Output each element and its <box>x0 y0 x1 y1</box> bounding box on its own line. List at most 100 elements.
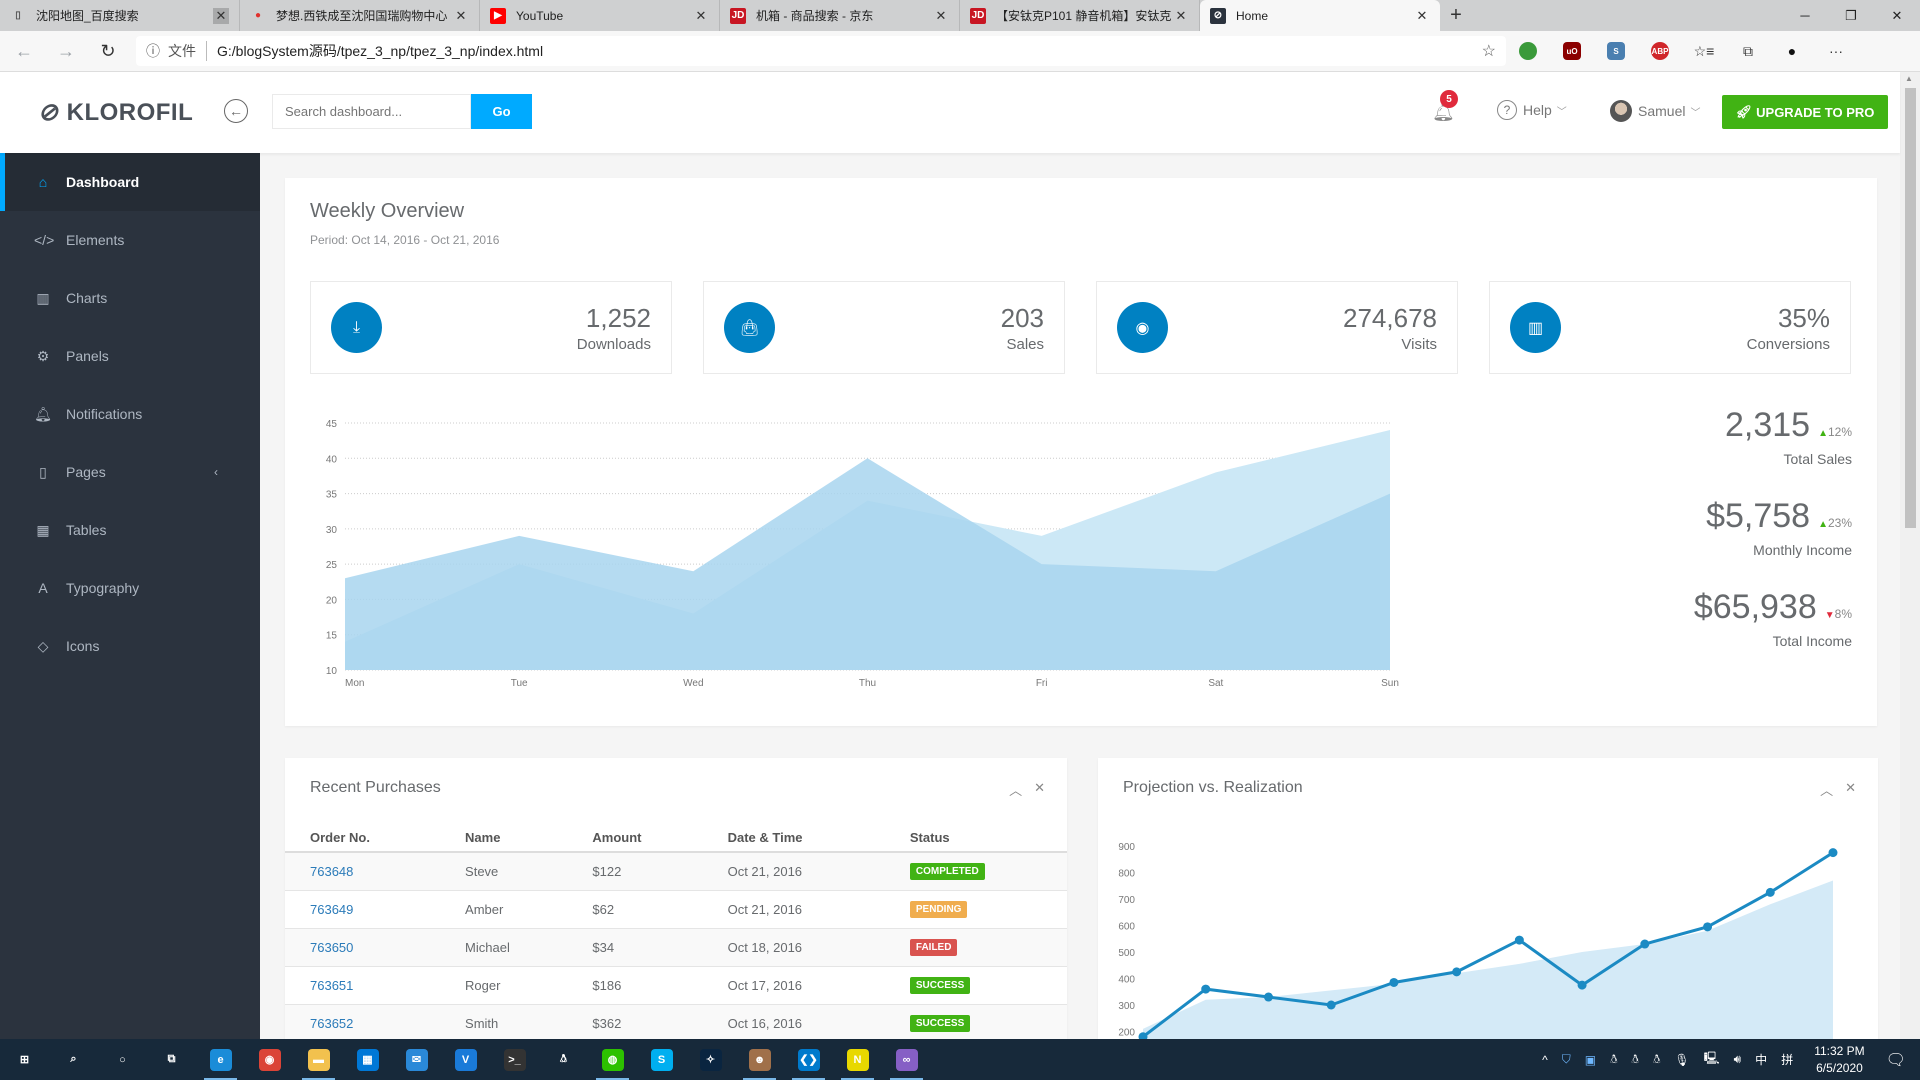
favorite-star-icon[interactable]: ☆ <box>1482 41 1496 61</box>
ime-mode-indicator[interactable]: 拼 <box>1781 1051 1793 1068</box>
browser-tab[interactable]: ● 梦想.西铁成至沈阳国瑞购物中心 ✕ <box>240 0 480 31</box>
vertical-scrollbar[interactable]: ▲ <box>1900 72 1920 1039</box>
app-icon[interactable]: ✧ <box>686 1039 735 1080</box>
upgrade-button[interactable]: 🚀︎ UPGRADE TO PRO <box>1722 95 1888 129</box>
help-dropdown[interactable]: ? Help ﹀ <box>1497 100 1567 120</box>
url-text[interactable]: G:/blogSystem源码/tpez_3_np/tpez_3_np/inde… <box>217 41 1482 61</box>
task-view-icon[interactable]: ⧉ <box>147 1039 196 1080</box>
back-icon[interactable]: ← <box>6 33 42 69</box>
order-link[interactable]: 763651 <box>310 978 353 993</box>
maximize-button[interactable]: ❐ <box>1828 0 1874 31</box>
stat-value: $65,938 <box>1693 588 1817 626</box>
edge-icon[interactable]: e <box>196 1039 245 1080</box>
purchases-table: Order No. Name Amount Date & Time Status 763… <box>285 818 1067 1039</box>
order-link[interactable]: 763649 <box>310 902 353 917</box>
qq-tray-icon[interactable]: 🐧︎ <box>1653 1052 1660 1068</box>
cortana-icon[interactable]: ○ <box>98 1039 147 1080</box>
tab-close-icon[interactable]: ✕ <box>1414 8 1430 24</box>
sidebar-item-typography[interactable]: A Typography <box>0 559 260 617</box>
v-app-icon[interactable]: V <box>441 1039 490 1080</box>
home-icon: ⌂ <box>38 174 48 190</box>
qq-icon[interactable]: 🐧︎ <box>539 1039 588 1080</box>
scroll-up-icon[interactable]: ▲ <box>1905 74 1913 83</box>
minimize-button[interactable]: ─ <box>1782 0 1828 31</box>
collections-icon[interactable]: ⧉ <box>1726 36 1770 66</box>
ublock-icon[interactable]: uO <box>1550 36 1594 66</box>
mail-icon[interactable]: ✉ <box>392 1039 441 1080</box>
usb-icon[interactable]: ▣ <box>1585 1053 1596 1067</box>
notifications-button[interactable]: 🔔︎ 5 <box>1432 90 1458 123</box>
tab-close-icon[interactable]: ✕ <box>213 7 229 24</box>
file-explorer-icon[interactable]: ▬ <box>294 1039 343 1080</box>
collapse-icon[interactable]: ︿ <box>1009 780 1022 799</box>
browser-tab[interactable]: ▯ 沈阳地图_百度搜索 ✕ <box>0 0 240 31</box>
info-icon[interactable]: ⓘ <box>146 41 160 61</box>
skype-icon[interactable]: S <box>637 1039 686 1080</box>
y-tick-label: 30 <box>326 525 338 536</box>
close-icon[interactable]: ✕ <box>1845 780 1856 799</box>
browser-tab[interactable]: JD 【安钛克P101 静音机箱】安钛克 ✕ <box>960 0 1200 31</box>
more-menu-icon[interactable]: ··· <box>1814 36 1858 66</box>
new-tab-button[interactable]: + <box>1440 0 1472 31</box>
sidebar-item-charts[interactable]: ▥ Charts <box>0 269 260 327</box>
terminal-icon[interactable]: >_ <box>490 1039 539 1080</box>
tab-close-icon[interactable]: ✕ <box>1173 8 1189 24</box>
refresh-icon[interactable]: ↻ <box>90 33 126 69</box>
clock[interactable]: 11:32 PM 6/5/2020 <box>1814 1043 1864 1077</box>
forward-icon[interactable]: → <box>48 33 84 69</box>
search-go-button[interactable]: Go <box>471 94 532 129</box>
qq-tray-icon[interactable]: 🐧︎ <box>1610 1052 1617 1068</box>
sidebar-item-notifications[interactable]: 🔔︎ Notifications <box>0 385 260 443</box>
sidebar-item-pages[interactable]: ▯ Pages ‹ <box>0 443 260 501</box>
sidebar-item-label: Icons <box>66 638 100 654</box>
s-icon[interactable]: S <box>1594 36 1638 66</box>
action-center-icon[interactable]: 🗨︎ <box>1886 1050 1906 1070</box>
user-dropdown[interactable]: Samuel ﹀ <box>1610 100 1700 122</box>
search-icon[interactable]: ⌕ <box>49 1039 98 1080</box>
order-link[interactable]: 763652 <box>310 1016 353 1031</box>
collapse-icon[interactable]: ︿ <box>1820 780 1833 799</box>
store-icon[interactable]: ▦ <box>343 1039 392 1080</box>
abp-icon[interactable]: ABP <box>1638 36 1682 66</box>
idm-icon[interactable] <box>1506 36 1550 66</box>
chrome-icon[interactable]: ◉ <box>245 1039 294 1080</box>
order-link[interactable]: 763650 <box>310 940 353 955</box>
sidebar-item-elements[interactable]: </> Elements <box>0 211 260 269</box>
notepad-app-icon[interactable]: N <box>833 1039 882 1080</box>
data-point <box>1263 992 1273 1002</box>
sidebar-item-panels[interactable]: ⚙ Panels <box>0 327 260 385</box>
windows-start-icon[interactable]: ⊞ <box>0 1039 49 1080</box>
qq-tray-icon[interactable]: 🐧︎ <box>1632 1052 1639 1068</box>
profile-icon[interactable]: ● <box>1770 36 1814 66</box>
logo[interactable]: ⊘ KLOROFIL <box>38 98 193 127</box>
sidebar-item-icons[interactable]: ◇ Icons <box>0 617 260 675</box>
url-field[interactable]: ⓘ 文件 G:/blogSystem源码/tpez_3_np/tpez_3_np… <box>136 36 1506 66</box>
close-window-button[interactable]: ✕ <box>1874 0 1920 31</box>
tab-close-icon[interactable]: ✕ <box>453 8 469 24</box>
sidebar-item-tables[interactable]: ▦ Tables <box>0 501 260 559</box>
favorites-list-icon[interactable]: ☆≡ <box>1682 36 1726 66</box>
tab-close-icon[interactable]: ✕ <box>933 8 949 24</box>
visual-studio-icon[interactable]: ∞ <box>882 1039 931 1080</box>
clock-time: 11:32 PM <box>1814 1043 1865 1058</box>
security-icon[interactable]: ⛉ <box>1562 1052 1571 1067</box>
browser-tab[interactable]: ▶ YouTube ✕ <box>480 0 720 31</box>
volume-icon[interactable]: 🔊︎ <box>1734 1052 1742 1067</box>
network-icon[interactable]: 🖳 <box>1704 1049 1720 1070</box>
tray-expand-icon[interactable]: ^ <box>1542 1053 1548 1067</box>
order-link[interactable]: 763648 <box>310 864 353 879</box>
close-icon[interactable]: ✕ <box>1034 780 1045 799</box>
tab-close-icon[interactable]: ✕ <box>693 8 709 24</box>
browser-tab[interactable]: ⊘ Home ✕ <box>1200 0 1440 31</box>
toggle-sidebar-button[interactable]: ← <box>224 99 248 123</box>
microphone-icon[interactable]: 🎙︎ <box>1674 1053 1689 1067</box>
ime-indicator[interactable]: 中 <box>1755 1051 1767 1068</box>
vscode-icon[interactable]: ❮❯ <box>784 1039 833 1080</box>
avatar-app-icon[interactable]: ☻ <box>735 1039 784 1080</box>
tab-title: YouTube <box>516 8 564 23</box>
scrollbar-thumb[interactable] <box>1905 88 1916 528</box>
search-input[interactable] <box>272 94 471 129</box>
wechat-icon[interactable]: ◍ <box>588 1039 637 1080</box>
sidebar-item-dashboard[interactable]: ⌂ Dashboard <box>0 153 260 211</box>
browser-tab[interactable]: JD 机箱 - 商品搜索 - 京东 ✕ <box>720 0 960 31</box>
